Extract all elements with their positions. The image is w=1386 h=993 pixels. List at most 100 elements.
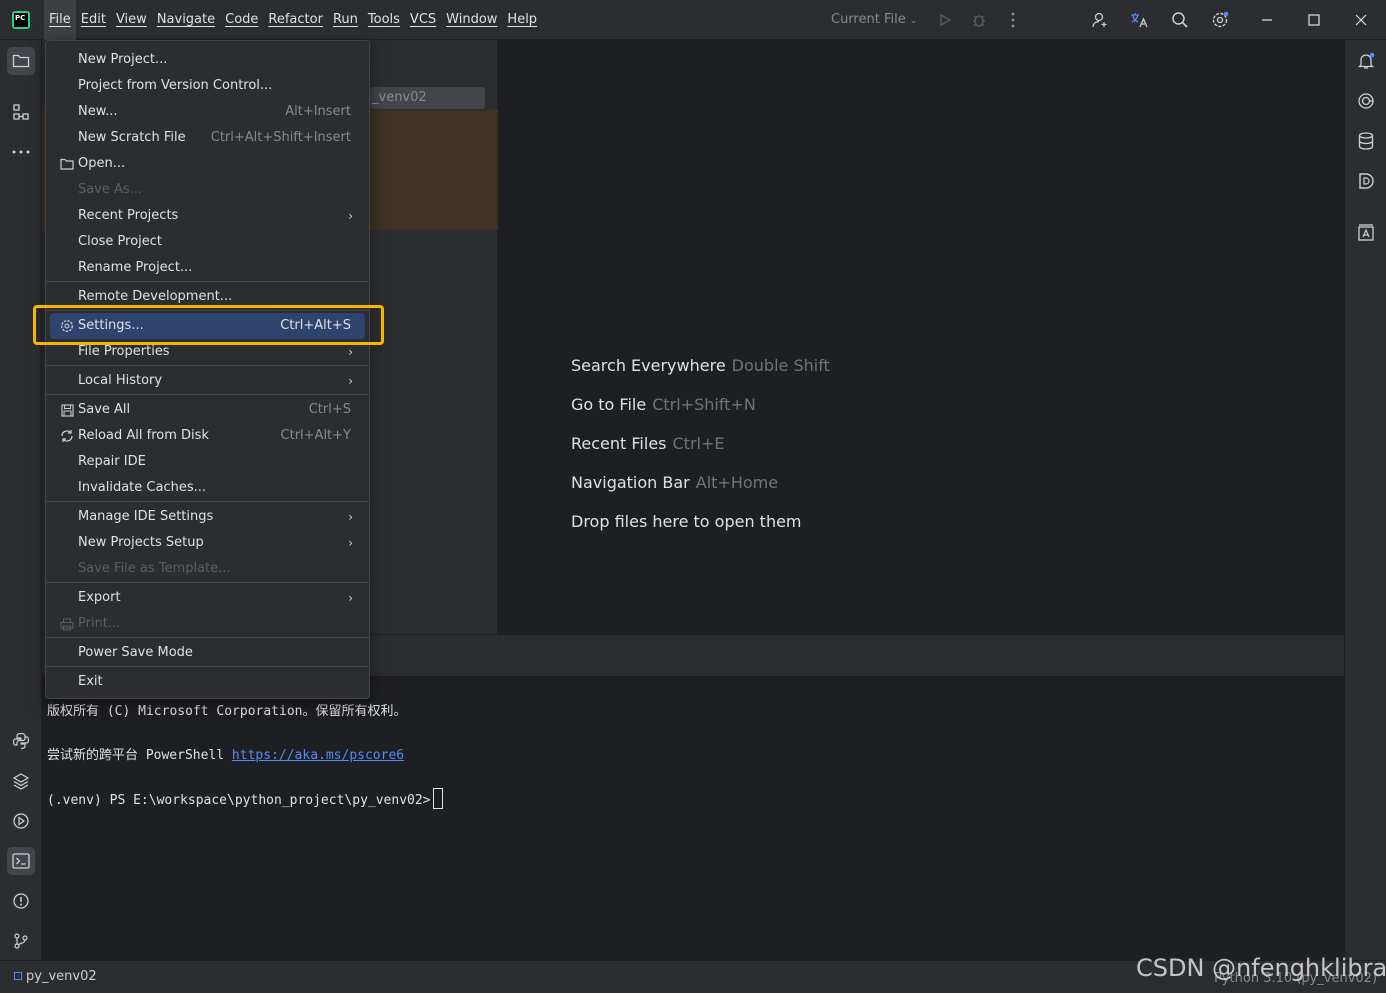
pscore6-link[interactable]: https://aka.ms/pscore6 <box>232 748 404 763</box>
file-menu-item-rename-project[interactable]: Rename Project... <box>50 255 365 281</box>
pycharm-logo-icon[interactable]: PC <box>12 11 30 29</box>
run-config-dropdown[interactable]: Current File ⌄ <box>831 12 917 27</box>
chevron-right-icon: › <box>348 510 353 524</box>
hint-drop-files: Drop files here to open them <box>571 512 802 531</box>
menu-refactor[interactable]: Refactor <box>263 0 328 40</box>
menu-item-label: Save As... <box>78 182 143 197</box>
menu-item-label: Reload All from Disk <box>78 428 209 443</box>
plugin-d-icon[interactable] <box>1353 168 1379 194</box>
menu-navigate[interactable]: Navigate <box>152 0 220 40</box>
menu-item-label: New Project... <box>78 52 168 67</box>
file-menu-item-new-project[interactable]: New Project... <box>50 47 365 73</box>
file-menu-item-new[interactable]: New... Alt+Insert <box>50 99 365 125</box>
search-icon[interactable] <box>1170 10 1190 30</box>
menu-window[interactable]: Window <box>441 0 502 40</box>
file-menu-item-save-as: Save As... <box>50 177 365 203</box>
menu-separator <box>46 582 369 583</box>
folder-icon <box>58 151 76 177</box>
more-vert-icon[interactable] <box>1003 10 1023 30</box>
file-menu-item-new-scratch-file[interactable]: New Scratch File Ctrl+Alt+Shift+Insert <box>50 125 365 151</box>
ai-assistant-icon[interactable] <box>1353 88 1379 114</box>
add-user-icon[interactable] <box>1090 10 1110 30</box>
menu-view[interactable]: View <box>111 0 152 40</box>
menu-item-shortcut: Alt+Insert <box>285 104 351 119</box>
file-menu-item-project-from-version-control[interactable]: Project from Version Control... <box>50 73 365 99</box>
python-packages-icon[interactable] <box>7 767 35 795</box>
menu-run[interactable]: Run <box>328 0 363 40</box>
menu-tools[interactable]: Tools <box>363 0 405 40</box>
menu-separator <box>46 637 369 638</box>
file-menu-item-save-all[interactable]: Save All Ctrl+S <box>50 397 365 423</box>
menu-item-label: New Scratch File <box>78 130 186 145</box>
status-project[interactable]: py_venv02 <box>14 969 97 984</box>
database-icon[interactable] <box>1353 128 1379 154</box>
menu-separator <box>46 394 369 395</box>
file-menu: New Project... Project from Version Contr… <box>45 40 370 699</box>
file-menu-item-reload-all-from-disk[interactable]: Reload All from Disk Ctrl+Alt+Y <box>50 423 365 449</box>
menu-item-label: Save File as Template... <box>78 561 231 576</box>
menu-help[interactable]: Help <box>502 0 542 40</box>
menu-item-label: Project from Version Control... <box>78 78 273 93</box>
file-menu-item-open[interactable]: Open... <box>50 151 365 177</box>
menu-item-shortcut: Ctrl+S <box>308 402 351 417</box>
terminal-panel[interactable]: 版权所有 (C) Microsoft Corporation。保留所有权利。 尝… <box>42 676 1344 960</box>
settings-highlight-box <box>33 305 384 345</box>
file-menu-item-invalidate-caches[interactable]: Invalidate Caches... <box>50 475 365 501</box>
file-menu-item-exit[interactable]: Exit <box>50 669 365 695</box>
menu-item-label: Export <box>78 590 121 605</box>
run-icon[interactable] <box>935 10 955 30</box>
settings-icon[interactable] <box>1210 10 1230 30</box>
notifications-icon[interactable] <box>1353 48 1379 74</box>
file-menu-item-manage-ide-settings[interactable]: Manage IDE Settings › <box>50 504 365 530</box>
text-icon[interactable] <box>1353 220 1379 246</box>
structure-icon[interactable] <box>7 98 35 126</box>
terminal-caret <box>432 788 443 809</box>
menu-bar: File Edit View Navigate Code Refactor Run Tools… <box>44 0 542 40</box>
reload-icon <box>58 423 76 449</box>
chevron-right-icon: › <box>348 591 353 605</box>
menu-item-label: Manage IDE Settings <box>78 509 214 524</box>
editor-area: Search Everywhere Double Shift Go to File… <box>498 40 1344 634</box>
problems-icon[interactable] <box>7 887 35 915</box>
file-menu-item-export[interactable]: Export › <box>50 585 365 611</box>
close-icon[interactable] <box>1351 10 1371 30</box>
menu-item-label: New... <box>78 104 118 119</box>
menu-separator <box>46 666 369 667</box>
file-menu-item-close-project[interactable]: Close Project <box>50 229 365 255</box>
debug-icon[interactable] <box>969 10 989 30</box>
minimize-icon[interactable] <box>1257 10 1277 30</box>
maximize-icon[interactable] <box>1304 10 1324 30</box>
hint-search-everywhere: Search Everywhere Double Shift <box>571 356 830 375</box>
menu-item-label: Invalidate Caches... <box>78 480 207 495</box>
project-icon[interactable] <box>7 47 35 75</box>
file-menu-item-recent-projects[interactable]: Recent Projects › <box>50 203 365 229</box>
menu-item-label: Save All <box>78 402 131 417</box>
terminal-line-copyright: 版权所有 (C) Microsoft Corporation。保留所有权利。 <box>47 704 407 719</box>
terminal-prompt[interactable]: (.venv) PS E:\workspace\python_project\p… <box>47 788 443 809</box>
menu-code[interactable]: Code <box>220 0 263 40</box>
file-menu-item-save-file-as-template: Save File as Template... <box>50 556 365 582</box>
menu-vcs[interactable]: VCS <box>405 0 441 40</box>
services-icon[interactable] <box>7 807 35 835</box>
file-menu-item-power-save-mode[interactable]: Power Save Mode <box>50 640 365 666</box>
terminal-icon[interactable] <box>7 847 35 875</box>
menu-item-label: Print... <box>78 616 121 631</box>
print-icon <box>58 611 76 637</box>
translate-icon[interactable] <box>1129 10 1149 30</box>
menu-item-label: Close Project <box>78 234 163 249</box>
project-tree-row[interactable]: _venv02 <box>370 87 485 109</box>
file-menu-item-print: Print... <box>50 611 365 637</box>
menu-separator <box>46 365 369 366</box>
python-console-icon[interactable] <box>7 727 35 755</box>
file-menu-item-local-history[interactable]: Local History › <box>50 368 365 394</box>
git-icon[interactable] <box>7 927 35 955</box>
hint-go-to-file: Go to File Ctrl+Shift+N <box>571 395 756 414</box>
menu-edit[interactable]: Edit <box>76 0 111 40</box>
file-menu-item-repair-ide[interactable]: Repair IDE <box>50 449 365 475</box>
file-menu-item-new-projects-setup[interactable]: New Projects Setup › <box>50 530 365 556</box>
more-horiz-icon[interactable] <box>7 138 35 166</box>
menu-file[interactable]: File <box>44 0 76 40</box>
menu-item-shortcut: Ctrl+Alt+Y <box>280 428 351 443</box>
menu-item-label: Exit <box>78 674 103 689</box>
right-tool-strip <box>1344 40 1386 960</box>
